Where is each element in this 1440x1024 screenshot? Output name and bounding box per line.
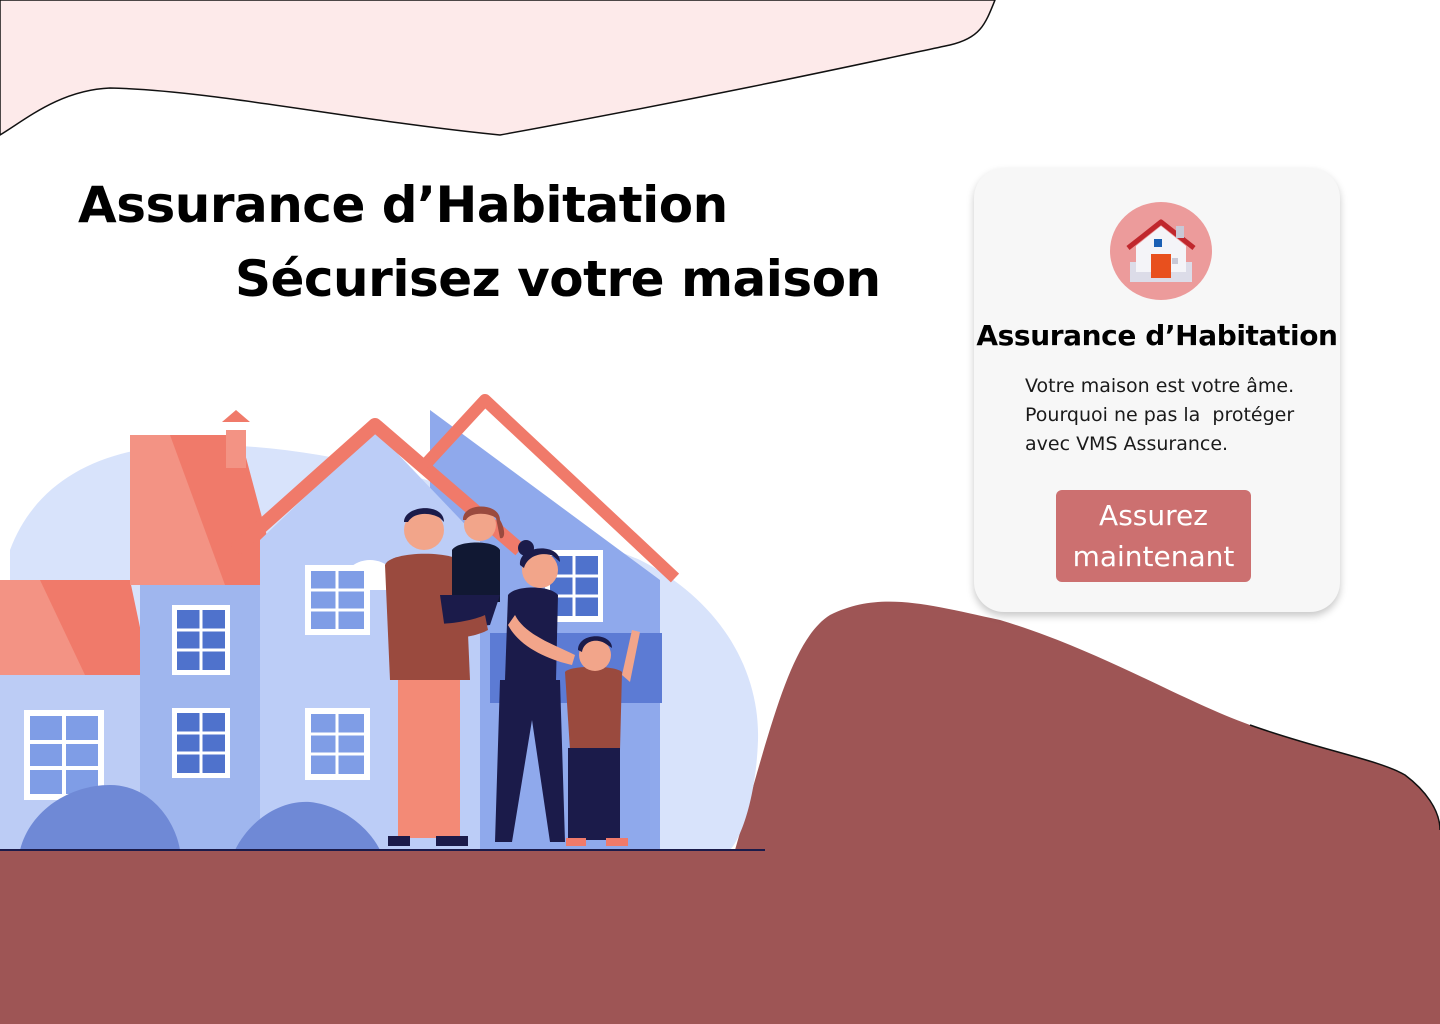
- card-description: Votre maison est votre âme. Pourquoi ne …: [1025, 372, 1325, 459]
- insure-now-button[interactable]: Assurez maintenant: [1056, 490, 1251, 582]
- card-description-line: Pourquoi ne pas la protéger: [1025, 404, 1295, 426]
- family-house-illustration: [0, 394, 765, 851]
- card-description-line: Votre maison est votre âme.: [1025, 375, 1295, 397]
- insurance-card: Assurance d’Habitation Votre maison est …: [974, 168, 1340, 612]
- hero-subtitle: Sécurisez votre maison: [235, 250, 881, 308]
- insure-now-button-label-line1: Assurez: [1099, 499, 1208, 532]
- insure-now-button-label-line2: maintenant: [1072, 540, 1235, 573]
- card-title: Assurance d’Habitation: [976, 319, 1338, 352]
- hero-title: Assurance d’Habitation: [78, 176, 728, 234]
- house-icon: [1110, 202, 1212, 300]
- card-description-line: avec VMS Assurance.: [1025, 433, 1229, 455]
- top-decorative-blob: [0, 0, 996, 136]
